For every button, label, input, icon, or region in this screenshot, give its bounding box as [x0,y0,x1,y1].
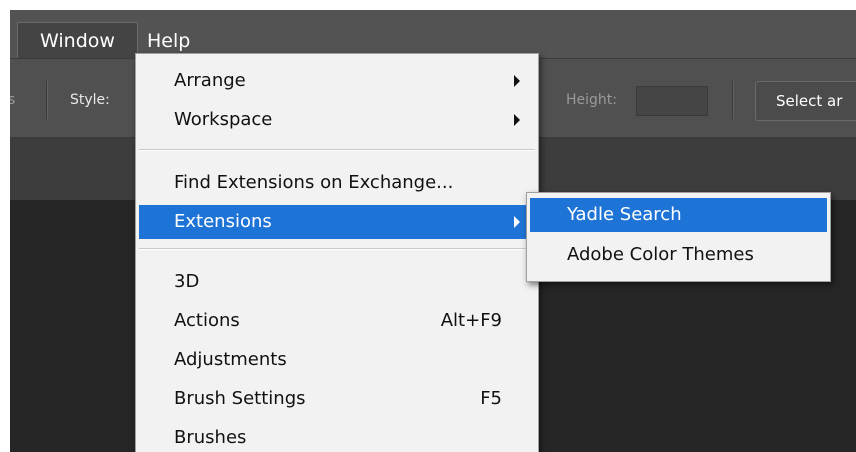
menu-item-arrange[interactable]: Arrange [136,64,538,98]
menu-item-shortcut: F5 [480,388,502,409]
menu-item-label: Extensions [174,211,272,232]
submenu-arrow-icon [514,114,520,126]
menu-item-label: Workspace [174,109,273,130]
menu-separator [139,149,535,151]
menu-item-actions[interactable]: Actions Alt+F9 [136,304,538,338]
options-divider [46,81,48,119]
menu-item-label: Adjustments [174,349,287,370]
menu-item-label: Find Extensions on Exchange... [174,172,454,193]
select-and-mask-button[interactable]: Select ar [755,81,856,121]
menu-item-label: Actions [174,310,240,331]
options-divider [732,81,734,119]
submenu-item-yadle-search[interactable]: Yadle Search [530,198,827,232]
menu-bar: Window Help [10,10,856,58]
submenu-arrow-icon [514,75,520,87]
extensions-submenu: Yadle Search Adobe Color Themes [526,192,831,282]
options-partial-label: s [10,92,16,108]
submenu-item-adobe-color-themes[interactable]: Adobe Color Themes [530,238,827,272]
menu-item-3d[interactable]: 3D [136,265,538,299]
style-label: Style: [70,92,110,108]
menu-item-label: 3D [174,271,200,292]
height-input[interactable] [636,86,708,116]
menu-item-label: Brush Settings [174,388,306,409]
menu-item-brush-settings[interactable]: Brush Settings F5 [136,382,538,416]
submenu-item-label: Adobe Color Themes [567,244,754,265]
menu-item-shortcut: Alt+F9 [440,310,502,331]
height-label: Height: [566,92,617,108]
submenu-arrow-icon [514,216,520,228]
photoshop-window: Window Help s Style: Height: Select ar A… [10,10,856,452]
menu-separator [139,248,535,250]
submenu-item-label: Yadle Search [567,204,682,225]
menu-item-brushes[interactable]: Brushes [136,421,538,452]
window-menu-dropdown: Arrange Workspace Find Extensions on Exc… [135,53,539,452]
menu-item-find-extensions[interactable]: Find Extensions on Exchange... [136,166,538,200]
menu-window[interactable]: Window [17,22,138,58]
menu-item-label: Brushes [174,427,247,448]
menu-item-label: Arrange [174,70,246,91]
menu-item-adjustments[interactable]: Adjustments [136,343,538,377]
menu-item-extensions[interactable]: Extensions [139,205,535,239]
menu-item-workspace[interactable]: Workspace [136,103,538,137]
